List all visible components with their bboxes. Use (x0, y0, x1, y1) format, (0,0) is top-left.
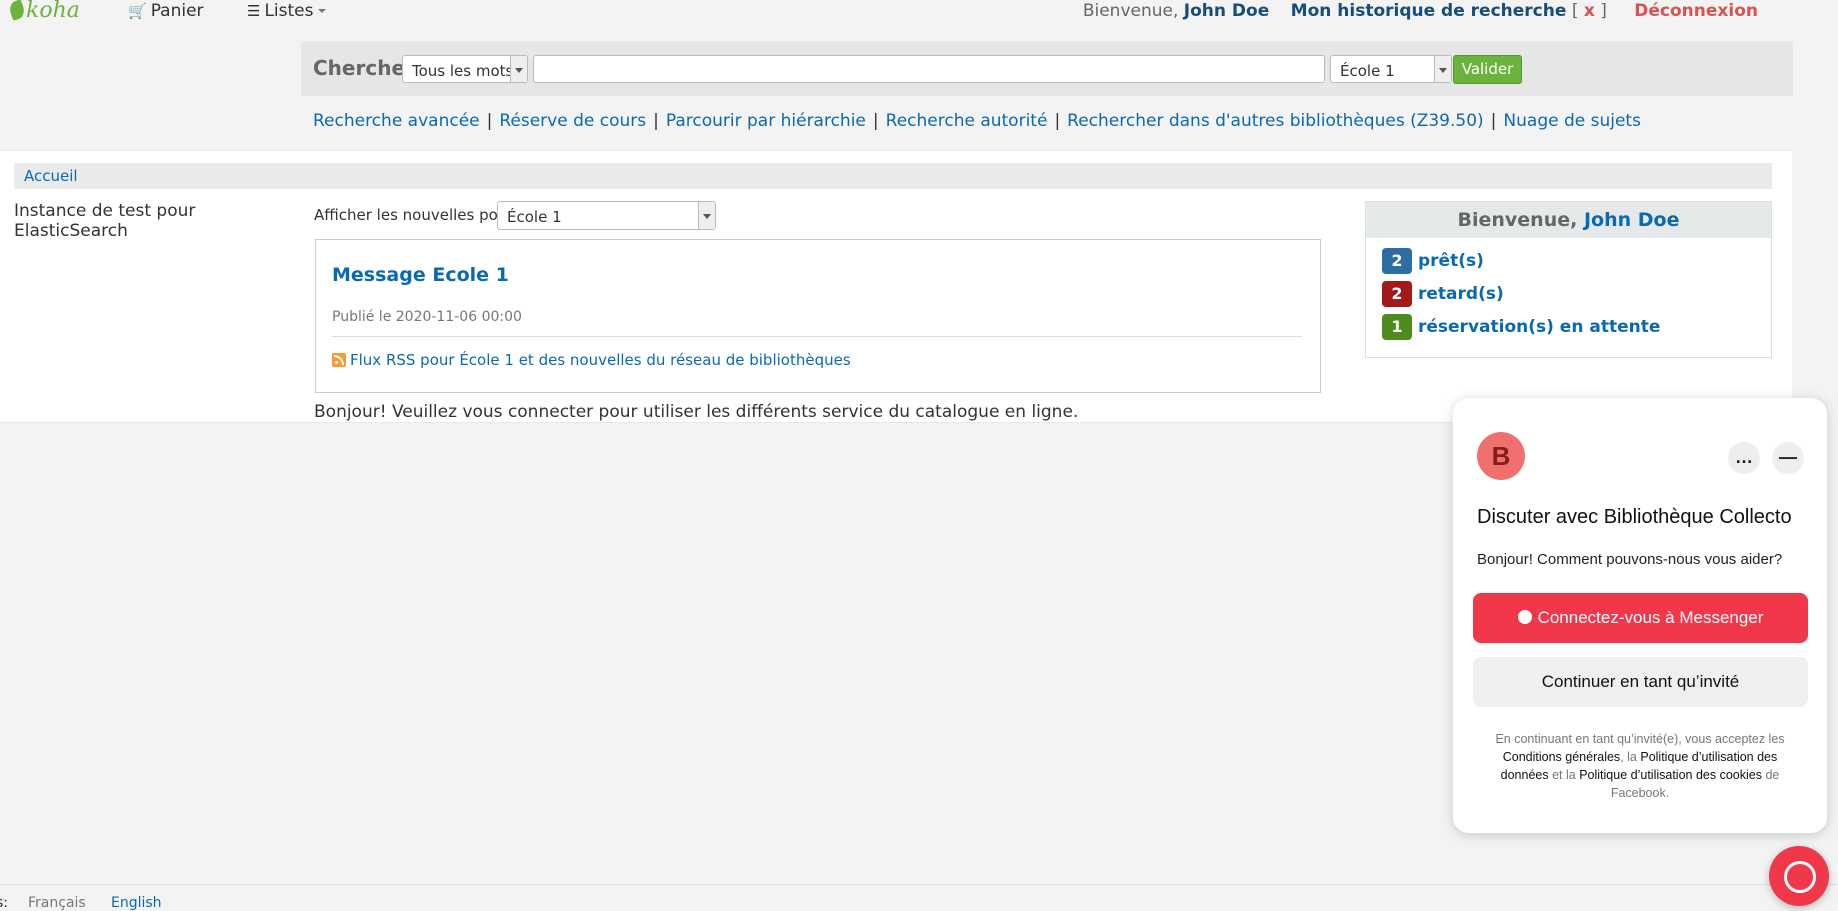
separator: | (486, 111, 493, 131)
holds-count-badge: 1 (1382, 314, 1412, 340)
clear-history-button[interactable]: x (1584, 1, 1595, 21)
languages-label: s: (0, 895, 9, 911)
language-french-link[interactable]: Français (28, 895, 86, 911)
checkouts-link[interactable]: 2 prêt(s) (1382, 248, 1484, 274)
legal-text: En continuant en tant qu’invité(e), vous… (1495, 732, 1785, 746)
continue-as-guest-button[interactable]: Continuer en tant qu’invité (1473, 657, 1808, 707)
user-name-link[interactable]: John Doe (1184, 1, 1269, 21)
koha-logo[interactable]: koha (7, 0, 80, 23)
search-type-select[interactable]: Tous les mots (402, 55, 528, 83)
separator: | (1490, 111, 1497, 131)
cookies-policy-link[interactable]: Politique d’utilisation des cookies (1579, 768, 1762, 782)
cart-button[interactable]: 🛒 Panier (128, 1, 204, 21)
checkouts-count-badge: 2 (1382, 248, 1412, 274)
messenger-launcher-button[interactable] (1769, 846, 1829, 906)
instance-description: Instance de test pour ElasticSearch (14, 201, 196, 241)
holds-waiting-link[interactable]: 1 réservation(s) en attente (1382, 314, 1660, 340)
list-icon: ☰ (247, 2, 261, 20)
chat-subtitle: Bonjour! Comment pouvons-nous vous aider… (1477, 551, 1783, 568)
chevron-down-icon (1434, 56, 1451, 82)
messenger-icon (1517, 610, 1532, 624)
logout-link[interactable]: Déconnexion (1634, 1, 1758, 21)
separator: | (872, 111, 879, 131)
z3950-search-link[interactable]: Rechercher dans d'autres bibliothèques (… (1067, 111, 1484, 131)
top-navbar: koha 🛒 Panier ☰ Listes Bienvenue, John Doe… (0, 0, 1838, 26)
news-library-value: École 1 (507, 208, 562, 226)
login-greeting: Bonjour! Veuillez vous connecter pour ut… (314, 402, 1079, 422)
leaf-icon (7, 0, 27, 21)
news-library-select[interactable]: École 1 (497, 201, 716, 230)
welcome-prefix: Bienvenue, (1457, 209, 1578, 231)
page-avatar: B (1477, 432, 1525, 480)
browse-hierarchy-link[interactable]: Parcourir par hiérarchie (666, 111, 866, 131)
footer: s: Français English (0, 884, 1838, 911)
history-bracket-close: ] (1600, 1, 1607, 21)
legal-text: et la (1552, 768, 1576, 782)
chat-title: Discuter avec Bibliothèque Collecto (1477, 506, 1792, 528)
search-type-value: Tous les mots (412, 62, 514, 80)
news-published-date: Publié le 2020-11-06 00:00 (332, 309, 522, 325)
user-name-link[interactable]: John Doe (1584, 209, 1680, 231)
cart-label: Panier (150, 1, 204, 21)
chevron-down-icon (698, 202, 715, 229)
logo-text: koha (26, 0, 80, 23)
rss-label: Flux RSS pour École 1 et des nouvelles d… (350, 351, 851, 369)
breadcrumb: Accueil (14, 163, 1772, 189)
messenger-chat-widget: B … — Discuter avec Bibliothèque Collect… (1453, 398, 1827, 833)
user-summary-header: Bienvenue, John Doe (1366, 202, 1771, 238)
main-content: Accueil Instance de test pour ElasticSea… (0, 150, 1792, 423)
more-options-button[interactable]: … (1728, 442, 1760, 474)
divider (332, 336, 1302, 337)
terms-link[interactable]: Conditions générales (1503, 750, 1620, 764)
search-label: Chercher (313, 56, 415, 80)
search-history-link[interactable]: Mon historique de recherche (1291, 1, 1567, 21)
history-bracket-open: [ (1571, 1, 1579, 21)
connect-messenger-button[interactable]: Connectez-vous à Messenger (1473, 593, 1808, 643)
overdues-label: retard(s) (1418, 284, 1504, 304)
separator: | (653, 111, 659, 131)
overdues-count-badge: 2 (1382, 281, 1412, 307)
welcome-prefix: Bienvenue, (1082, 1, 1179, 21)
advanced-search-link[interactable]: Recherche avancée (313, 111, 480, 131)
minimize-button[interactable]: — (1772, 442, 1804, 474)
news-filter-label: Afficher les nouvelles pour: (314, 206, 519, 224)
separator: | (1054, 111, 1061, 131)
authority-search-link[interactable]: Recherche autorité (886, 111, 1048, 131)
search-library-select[interactable]: École 1 (1330, 55, 1452, 83)
user-summary-panel: Bienvenue, John Doe 2 prêt(s) 2 retard(s) … (1365, 201, 1772, 358)
lists-dropdown[interactable]: ☰ Listes (247, 1, 326, 21)
cart-icon: 🛒 (128, 2, 147, 20)
news-title[interactable]: Message Ecole 1 (332, 264, 509, 286)
checkouts-label: prêt(s) (1418, 251, 1484, 271)
search-submit-button[interactable]: Valider (1453, 55, 1522, 84)
connect-messenger-label: Connectez-vous à Messenger (1537, 608, 1764, 627)
language-english-link[interactable]: English (111, 895, 162, 911)
news-item: Message Ecole 1 Publié le 2020-11-06 00:… (315, 239, 1321, 393)
chevron-down-icon (510, 56, 527, 82)
holds-label: réservation(s) en attente (1418, 317, 1661, 337)
rss-link[interactable]: Flux RSS pour École 1 et des nouvelles d… (332, 351, 851, 369)
search-library-value: École 1 (1340, 62, 1395, 80)
search-input[interactable] (533, 55, 1325, 83)
caret-down-icon (317, 9, 326, 13)
user-welcome: Bienvenue, John Doe Mon historique de re… (1083, 1, 1758, 21)
chat-legal-notice: En continuant en tant qu’invité(e), vous… (1483, 730, 1797, 802)
subject-cloud-link[interactable]: Nuage de sujets (1503, 111, 1641, 131)
rss-icon (332, 353, 346, 367)
course-reserves-link[interactable]: Réserve de cours (499, 111, 646, 131)
search-bar: Chercher Tous les mots École 1 Valider (301, 41, 1793, 96)
lists-label: Listes (264, 1, 314, 21)
overdues-link[interactable]: 2 retard(s) (1382, 281, 1504, 307)
more-searches: Recherche avancée | Réserve de cours | Parco… (313, 111, 1641, 131)
legal-text: , la (1620, 750, 1637, 764)
breadcrumb-home-link[interactable]: Accueil (24, 167, 78, 185)
